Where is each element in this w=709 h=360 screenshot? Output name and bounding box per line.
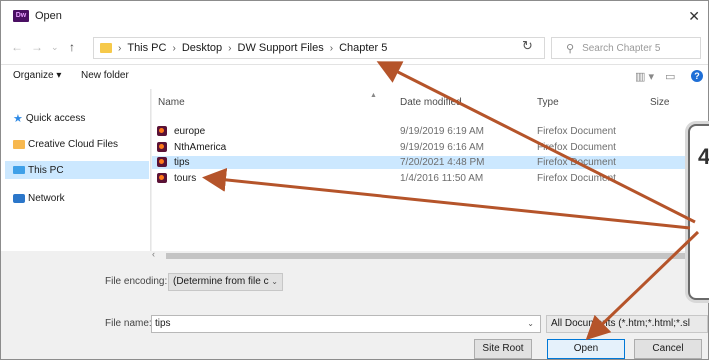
nav-item-label: Quick access bbox=[25, 112, 86, 124]
bottom-panel: File encoding: (Determine from file c ⌄ … bbox=[1, 263, 708, 359]
filename-input[interactable]: tips ⌄ bbox=[151, 315, 541, 333]
breadcrumb-separator-icon: › bbox=[118, 42, 122, 54]
chevron-down-icon[interactable]: ⌄ bbox=[527, 316, 534, 332]
nav-item-quick-access[interactable]: ★ Quick access bbox=[13, 109, 149, 127]
file-row-europe[interactable]: europe 9/19/2019 6:19 AM Firefox Documen… bbox=[152, 125, 708, 138]
filter-value: All Documents (*.htm;*.html;*.sl bbox=[551, 318, 690, 329]
firefox-document-icon bbox=[157, 157, 167, 167]
filename-label: File name: bbox=[105, 318, 152, 329]
file-row-tours[interactable]: tours 1/4/2016 11:50 AM Firefox Document bbox=[152, 172, 708, 185]
file-name: NthAmerica bbox=[174, 142, 227, 153]
breadcrumb-chapter-5[interactable]: Chapter 5 bbox=[339, 42, 387, 54]
breadcrumb-this-pc[interactable]: This PC bbox=[127, 42, 166, 54]
firefox-document-icon bbox=[157, 142, 167, 152]
open-button[interactable]: Open bbox=[547, 339, 625, 359]
file-date: 9/19/2019 6:19 AM bbox=[400, 126, 484, 137]
file-type: Firefox Document bbox=[537, 157, 616, 168]
file-name: europe bbox=[174, 126, 206, 137]
column-header-size[interactable]: Size bbox=[650, 97, 669, 108]
file-date: 7/20/2021 4:48 PM bbox=[400, 157, 485, 168]
encoding-select[interactable]: (Determine from file c ⌄ bbox=[168, 273, 283, 291]
encoding-value: (Determine from file c bbox=[173, 276, 269, 287]
star-icon: ★ bbox=[13, 112, 23, 125]
network-icon bbox=[13, 193, 25, 203]
file-type: Firefox Document bbox=[537, 173, 616, 184]
cancel-button[interactable]: Cancel bbox=[634, 339, 702, 359]
breadcrumb-dw-support-files[interactable]: DW Support Files bbox=[238, 42, 324, 54]
firefox-document-icon bbox=[157, 126, 167, 136]
recent-locations-chevron-icon[interactable]: ⌄ bbox=[51, 42, 59, 53]
nav-item-label: This PC bbox=[28, 164, 64, 176]
column-header-name[interactable]: Name bbox=[158, 97, 185, 108]
nav-item-this-pc[interactable]: This PC bbox=[5, 161, 149, 179]
breadcrumb-desktop[interactable]: Desktop bbox=[182, 42, 222, 54]
computer-icon bbox=[13, 166, 25, 174]
column-header-type[interactable]: Type bbox=[537, 97, 559, 108]
address-row: ← → ⌄ ↑ › This PC › Desktop › DW Support… bbox=[1, 31, 708, 65]
filename-value: tips bbox=[155, 318, 171, 329]
breadcrumb-separator-icon: › bbox=[172, 42, 176, 54]
file-date: 9/19/2019 6:16 AM bbox=[400, 142, 484, 153]
sort-caret-icon: ▲ bbox=[370, 92, 377, 99]
search-placeholder: Search Chapter 5 bbox=[582, 42, 661, 54]
search-icon: ⚲ bbox=[566, 42, 575, 55]
file-type: Firefox Document bbox=[537, 142, 616, 153]
file-row-tips[interactable]: tips 7/20/2021 4:48 PM Firefox Document bbox=[152, 156, 708, 169]
refresh-icon[interactable]: ↻ bbox=[522, 38, 533, 54]
file-row-nthamerica[interactable]: NthAmerica 9/19/2019 6:16 AM Firefox Doc… bbox=[152, 141, 708, 154]
file-date: 1/4/2016 11:50 AM bbox=[400, 173, 484, 184]
nav-item-label: Creative Cloud Files bbox=[28, 138, 119, 150]
up-arrow-icon[interactable]: ↑ bbox=[69, 40, 75, 54]
horizontal-scrollbar[interactable]: ‹ bbox=[152, 249, 708, 261]
scroll-left-icon[interactable]: ‹ bbox=[152, 249, 155, 259]
step-callout: 4 bbox=[688, 124, 709, 300]
breadcrumb-separator-icon: › bbox=[228, 42, 232, 54]
help-icon[interactable]: ? bbox=[691, 70, 703, 82]
nav-item-label: Network bbox=[28, 192, 65, 204]
navigation-pane: ★ Quick access Creative Cloud Files This… bbox=[1, 89, 151, 251]
open-dialog: Dw Open ✕ ← → ⌄ ↑ › This PC › Desktop › … bbox=[0, 0, 709, 360]
file-list: ▲ Name Date modified Type Size europe 9/… bbox=[152, 89, 708, 251]
back-arrow-icon[interactable]: ← bbox=[11, 40, 23, 54]
close-icon[interactable]: ✕ bbox=[688, 8, 700, 25]
command-bar: Organize ▾ New folder ▥ ▾ ▭ ? bbox=[1, 65, 708, 89]
nav-item-network[interactable]: Network bbox=[13, 189, 149, 207]
dialog-title: Open bbox=[35, 10, 62, 22]
organize-button[interactable]: Organize ▾ bbox=[13, 70, 61, 81]
file-type: Firefox Document bbox=[537, 126, 616, 137]
folder-icon bbox=[100, 43, 112, 53]
firefox-document-icon bbox=[157, 173, 167, 183]
column-header-date[interactable]: Date modified bbox=[400, 97, 462, 108]
site-root-button[interactable]: Site Root bbox=[474, 339, 532, 359]
callout-step-number: 4 bbox=[698, 144, 709, 169]
file-name: tours bbox=[174, 173, 197, 184]
preview-pane-icon[interactable]: ▭ bbox=[665, 70, 675, 83]
dreamweaver-app-icon: Dw bbox=[13, 10, 29, 22]
encoding-label: File encoding: bbox=[105, 276, 168, 287]
nav-item-creative-cloud-files[interactable]: Creative Cloud Files bbox=[13, 135, 149, 153]
file-type-filter[interactable]: All Documents (*.htm;*.html;*.sl bbox=[546, 315, 708, 333]
view-options-icon[interactable]: ▥ ▾ bbox=[635, 70, 654, 83]
file-name: tips bbox=[174, 157, 190, 168]
new-folder-button[interactable]: New folder bbox=[81, 70, 129, 81]
forward-arrow-icon[interactable]: → bbox=[31, 40, 43, 54]
search-box[interactable]: ⚲ Search Chapter 5 bbox=[551, 37, 701, 59]
chevron-down-icon: ⌄ bbox=[271, 277, 278, 286]
breadcrumb-separator-icon: › bbox=[329, 42, 334, 54]
address-bar[interactable]: › This PC › Desktop › DW Support Files ›… bbox=[93, 37, 602, 59]
title-bar: Dw Open ✕ bbox=[1, 1, 708, 31]
folder-icon bbox=[13, 139, 25, 149]
scrollbar-thumb[interactable] bbox=[166, 253, 696, 259]
